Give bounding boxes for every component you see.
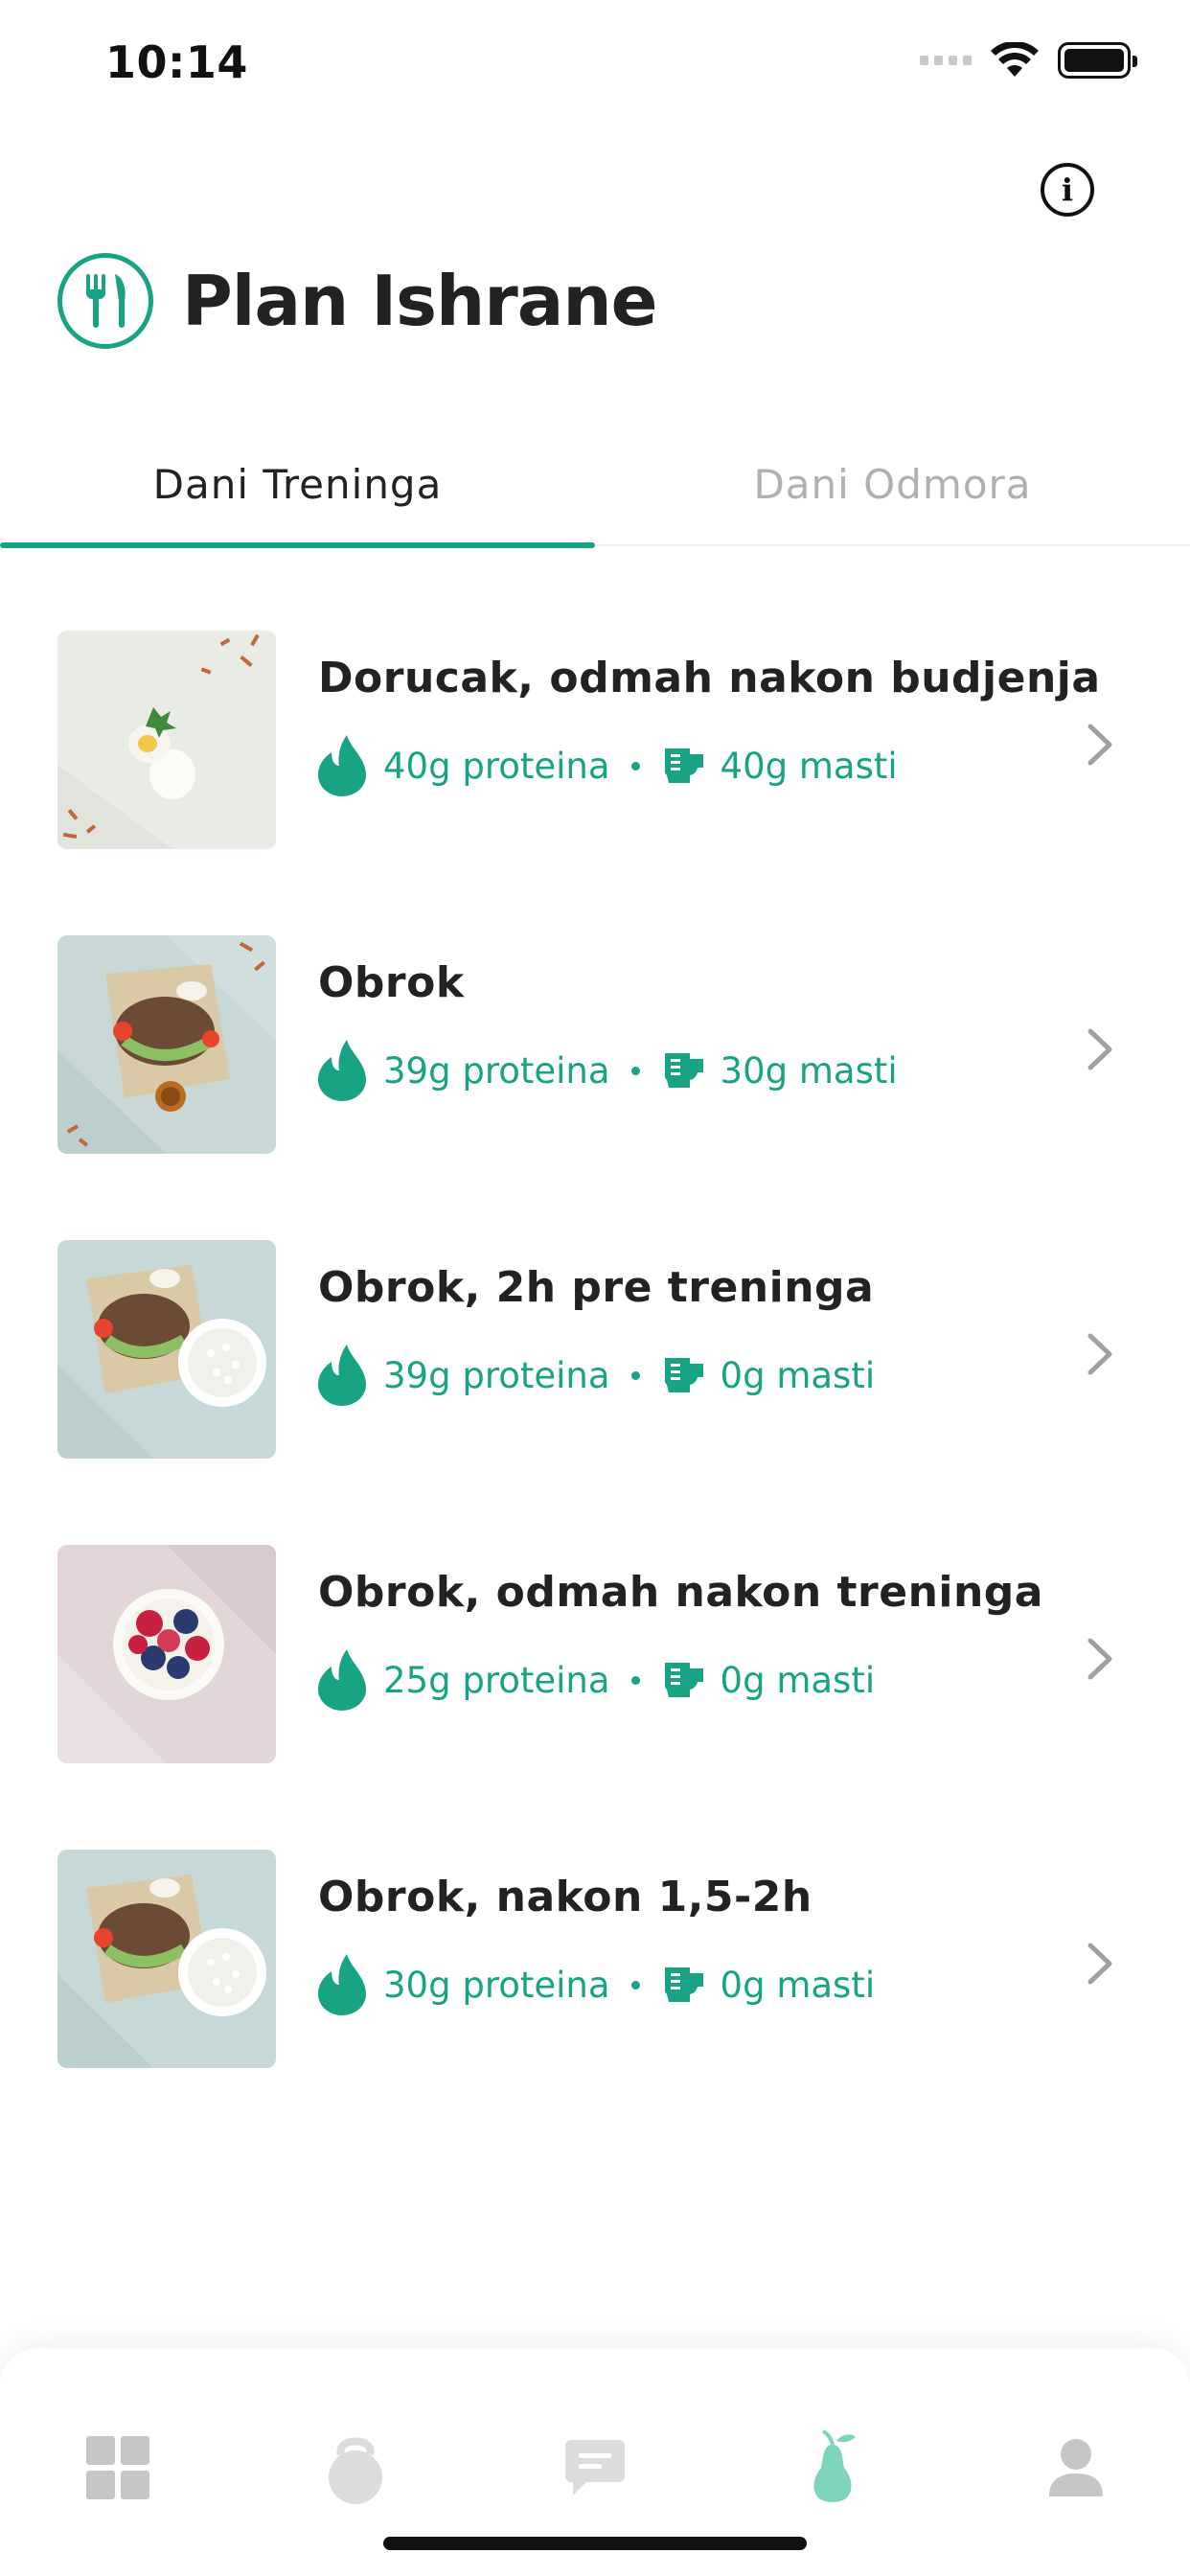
fat-value: 40g masti — [720, 745, 898, 787]
wifi-icon — [991, 42, 1039, 77]
protein-value: 40g proteina — [383, 745, 610, 787]
protein-value: 39g proteina — [383, 1049, 610, 1092]
meal-title: Dorucak, odmah nakon budjenja — [318, 654, 1101, 702]
nav-profile[interactable] — [1033, 2425, 1119, 2511]
fat-value: 30g masti — [720, 1049, 898, 1092]
nav-workouts[interactable] — [312, 2425, 399, 2511]
meal-info: Obrok 39g proteina 30g masti — [318, 958, 898, 1101]
home-indicator — [383, 2537, 807, 2550]
status-bar: 10:14 — [0, 0, 1190, 134]
flame-icon — [318, 1649, 366, 1711]
protein-value: 30g proteina — [383, 1964, 610, 2006]
meal-row[interactable]: Obrok 39g proteina 30g masti — [0, 918, 1190, 1223]
page-title: Plan Ishrane — [182, 261, 657, 341]
meal-image — [57, 1545, 276, 1763]
pear-icon — [813, 2429, 856, 2502]
measuring-cup-icon — [661, 1966, 703, 2004]
meal-macros: 39g proteina 0g masti — [318, 1345, 875, 1406]
meal-title: Obrok — [318, 958, 465, 1007]
cellular-signal-icon — [920, 56, 972, 65]
measuring-cup-icon — [661, 1356, 703, 1394]
meal-image — [57, 631, 276, 849]
fat-value: 0g masti — [720, 1354, 876, 1396]
page-header: Plan Ishrane — [57, 253, 657, 349]
battery-icon — [1058, 42, 1137, 79]
protein-value: 25g proteina — [383, 1659, 610, 1701]
meal-row[interactable]: Obrok, nakon 1,5-2h 30g proteina 0g mast… — [0, 1832, 1190, 2137]
dashboard-icon — [86, 2436, 149, 2499]
chevron-right-icon — [1087, 1028, 1112, 1070]
meal-macros: 39g proteina 30g masti — [318, 1040, 898, 1101]
meal-info: Obrok, odmah nakon treninga 25g proteina… — [318, 1568, 1043, 1711]
measuring-cup-icon — [661, 1051, 703, 1090]
nav-chat[interactable] — [552, 2425, 638, 2511]
flame-icon — [318, 1040, 366, 1101]
meal-row[interactable]: Dorucak, odmah nakon budjenja 40g protei… — [0, 613, 1190, 918]
profile-icon — [1049, 2439, 1103, 2496]
nav-nutrition[interactable] — [790, 2425, 876, 2511]
meal-image — [57, 935, 276, 1154]
flame-icon — [318, 1954, 366, 2015]
measuring-cup-icon — [661, 1661, 703, 1699]
meal-image — [57, 1850, 276, 2068]
fork-knife-icon — [57, 253, 153, 349]
status-icons — [920, 42, 1137, 79]
meal-info: Obrok, nakon 1,5-2h 30g proteina 0g mast… — [318, 1873, 875, 2015]
kettlebell-icon — [329, 2437, 382, 2504]
chevron-right-icon — [1087, 1638, 1112, 1680]
chevron-right-icon — [1087, 1333, 1112, 1375]
fat-value: 0g masti — [720, 1659, 876, 1701]
flame-icon — [318, 1345, 366, 1406]
tab-rest-days[interactable]: Dani Odmora — [595, 422, 1190, 546]
nav-dashboard[interactable] — [75, 2425, 161, 2511]
separator-dot — [630, 1370, 640, 1380]
separator-dot — [630, 1675, 640, 1685]
tab-bar: Dani Treninga Dani Odmora — [0, 422, 1190, 548]
info-button[interactable]: i — [1041, 163, 1094, 217]
meal-list: Dorucak, odmah nakon budjenja 40g protei… — [0, 613, 1190, 2137]
separator-dot — [630, 1980, 640, 1990]
meal-row[interactable]: Obrok, odmah nakon treninga 25g proteina… — [0, 1528, 1190, 1832]
meal-info: Dorucak, odmah nakon budjenja 40g protei… — [318, 654, 1101, 796]
meal-macros: 25g proteina 0g masti — [318, 1649, 1043, 1711]
meal-title: Obrok, odmah nakon treninga — [318, 1568, 1043, 1617]
fat-value: 0g masti — [720, 1964, 876, 2006]
meal-title: Obrok, nakon 1,5-2h — [318, 1873, 812, 1921]
separator-dot — [630, 1066, 640, 1075]
meal-title: Obrok, 2h pre treninga — [318, 1263, 875, 1312]
chevron-right-icon — [1087, 1943, 1112, 1985]
chevron-right-icon — [1087, 724, 1112, 766]
chat-icon — [565, 2440, 625, 2496]
tab-training-days[interactable]: Dani Treninga — [0, 422, 595, 548]
protein-value: 39g proteina — [383, 1354, 610, 1396]
status-time: 10:14 — [105, 36, 248, 88]
flame-icon — [318, 735, 366, 796]
separator-dot — [630, 761, 640, 770]
meal-macros: 40g proteina 40g masti — [318, 735, 1101, 796]
meal-macros: 30g proteina 0g masti — [318, 1954, 875, 2015]
meal-image — [57, 1240, 276, 1459]
meal-row[interactable]: Obrok, 2h pre treninga 39g proteina 0g m… — [0, 1223, 1190, 1528]
measuring-cup-icon — [661, 747, 703, 785]
meal-info: Obrok, 2h pre treninga 39g proteina 0g m… — [318, 1263, 875, 1406]
